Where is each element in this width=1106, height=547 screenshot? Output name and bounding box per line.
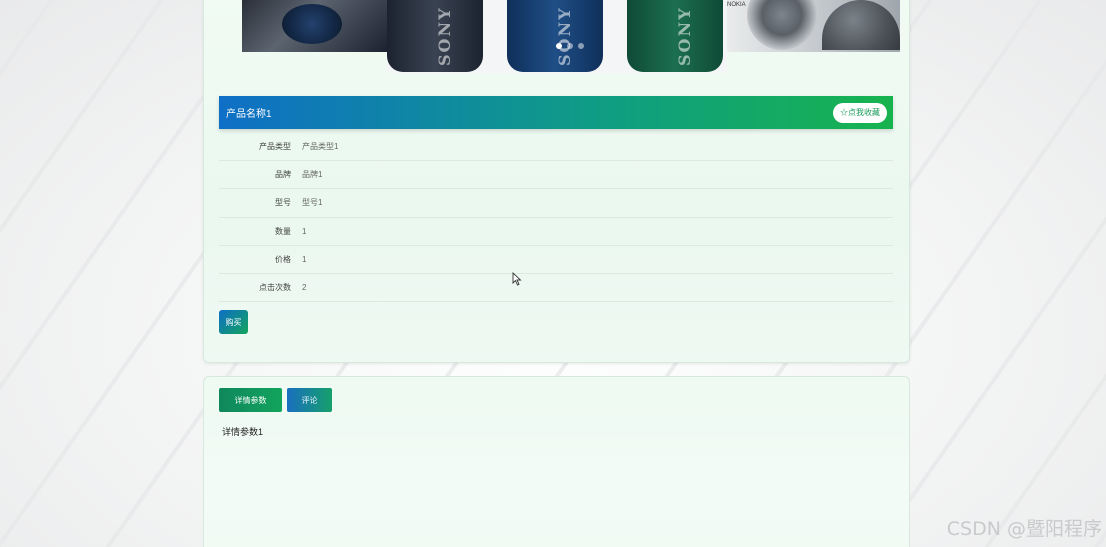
info-row-model: 型号 型号1: [219, 189, 893, 218]
info-value: 型号1: [302, 198, 323, 208]
mouse-cursor-icon: [512, 272, 522, 286]
speaker-dome-image: [822, 0, 900, 50]
product-carousel[interactable]: SONY SONY SONY NOKIA: [242, 0, 900, 73]
info-row-price: 价格 1: [219, 246, 893, 274]
carousel-dots: [556, 43, 584, 49]
speaker-logo: SONY: [435, 6, 454, 66]
favorite-button[interactable]: ☆点我收藏: [833, 102, 887, 123]
speaker-ring-image: [747, 0, 817, 50]
info-row-type: 产品类型 产品类型1: [219, 133, 893, 162]
info-label: 品牌: [275, 170, 291, 180]
info-value: 产品类型1: [302, 142, 339, 152]
speaker-logo: SONY: [675, 6, 694, 66]
info-label: 价格: [275, 254, 291, 264]
info-value: 1: [302, 226, 307, 236]
speaker-grille-image: [282, 4, 342, 44]
watermark-text: CSDN @暨阳程序: [946, 518, 1102, 540]
carousel-slide-right: NOKIA: [727, 0, 900, 52]
info-label: 点击次数: [259, 283, 291, 293]
slide-brand-text: NOKIA: [727, 2, 746, 8]
tab-comments[interactable]: 评论: [287, 388, 332, 412]
speaker-green-image: SONY: [627, 0, 723, 72]
info-value: 品牌1: [302, 170, 323, 180]
buy-button[interactable]: 购买: [219, 310, 248, 334]
product-name: 产品名称1: [226, 109, 272, 120]
speaker-blue-image: SONY: [507, 0, 603, 72]
speaker-black-image: SONY: [387, 0, 483, 72]
info-label: 数量: [275, 226, 291, 236]
info-value: 1: [302, 254, 307, 264]
speaker-logo: SONY: [555, 6, 574, 66]
carousel-slide-left: [242, 0, 387, 52]
info-row-quantity: 数量 1: [219, 218, 893, 246]
carousel-dot-2[interactable]: [567, 43, 573, 49]
product-info-table: 产品类型 产品类型1 品牌 品牌1 型号 型号1 数量 1 价格 1 点击次数 …: [219, 133, 893, 303]
info-row-clicks: 点击次数 2: [219, 274, 893, 303]
carousel-dot-1[interactable]: [556, 43, 562, 49]
details-content: 详情参数1: [222, 427, 264, 437]
info-label: 型号: [275, 198, 291, 208]
info-label: 产品类型: [259, 142, 291, 152]
product-title-bar: 产品名称1 ☆点我收藏: [219, 96, 893, 129]
info-row-brand: 品牌 品牌1: [219, 161, 893, 190]
carousel-slide-main: SONY SONY SONY: [387, 0, 727, 73]
tab-details[interactable]: 详情参数: [219, 388, 282, 412]
info-value: 2: [302, 283, 307, 293]
carousel-dot-3[interactable]: [578, 43, 584, 49]
